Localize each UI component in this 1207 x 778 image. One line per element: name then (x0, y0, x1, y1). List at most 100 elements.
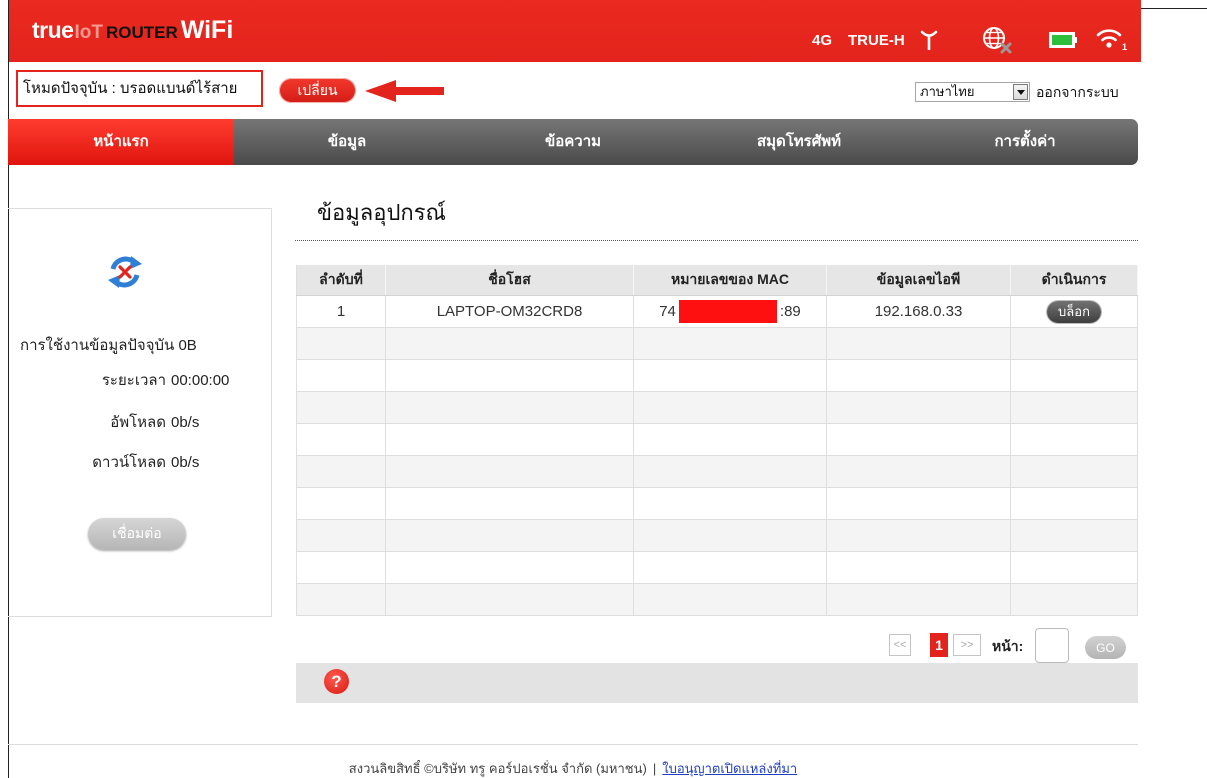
pagination-first-button[interactable]: << (889, 634, 911, 656)
pagination-last-button[interactable]: >> (953, 634, 981, 656)
table-header-row: ลำดับที่ ชื่อโฮส หมายเลขของ MAC ข้อมูลเล… (296, 265, 1138, 296)
globe-disconnected-icon (981, 25, 1013, 60)
empty-cell (296, 520, 386, 551)
empty-cell (827, 456, 1011, 487)
footer: สงวนลิขสิทธิ์ ©บริษัท ทรู คอร์ปอเรชั่น จ… (8, 760, 1138, 777)
cell-action: บล็อก (1011, 296, 1138, 327)
empty-cell (1011, 584, 1138, 615)
empty-cell (386, 552, 634, 583)
connect-button[interactable]: เชื่อมต่อ (88, 518, 186, 550)
data-usage: การใช้งานข้อมูลปัจจุบัน 0B (20, 336, 197, 356)
page-number-input[interactable] (1035, 628, 1069, 663)
network-type: 4G (812, 32, 833, 49)
empty-cell (634, 552, 827, 583)
table-row-empty (296, 520, 1138, 552)
nav-tab-messages[interactable]: ข้อความ (460, 119, 686, 165)
main-nav: หน้าแรก ข้อมูล ข้อความ สมุดโทรศัพท์ การต… (8, 119, 1138, 165)
language-select-value: ภาษาไทย (920, 84, 975, 99)
help-icon[interactable]: ? (324, 669, 349, 694)
download-value: 0b/s (171, 454, 200, 471)
empty-cell (1011, 424, 1138, 455)
empty-cell (634, 488, 827, 519)
pagination-current-page[interactable]: 1 (930, 633, 948, 657)
empty-cell (386, 456, 634, 487)
column-header-mac: หมายเลขของ MAC (634, 265, 827, 295)
page-number-label: หน้า: (992, 638, 1024, 654)
go-button[interactable]: GO (1085, 636, 1126, 659)
chevron-down-icon[interactable] (1013, 84, 1028, 100)
empty-cell (827, 392, 1011, 423)
wifi-client-count: 1 (1122, 42, 1128, 52)
empty-cell (1011, 328, 1138, 359)
logo-router: ROUTER (105, 23, 178, 42)
logo-wifi: WiFi (180, 16, 234, 44)
empty-cell (827, 360, 1011, 391)
copyright-text: สงวนลิขสิทธิ์ ©บริษัท ทรู คอร์ปอเรชั่น จ… (348, 761, 647, 776)
empty-cell (386, 328, 634, 359)
table-row-empty (296, 328, 1138, 360)
footer-divider (8, 744, 1138, 745)
empty-cell (296, 488, 386, 519)
duration-label: ระยะเวลา (101, 372, 166, 389)
block-device-button[interactable]: บล็อก (1047, 300, 1101, 323)
mac-redaction (678, 300, 777, 323)
upload-value: 0b/s (171, 414, 200, 431)
empty-cell (386, 392, 634, 423)
table-row-empty (296, 488, 1138, 520)
nav-tab-home[interactable]: หน้าแรก (8, 119, 234, 165)
empty-cell (634, 392, 827, 423)
open-source-license-link[interactable]: ใบอนุญาตเปิดแหล่งที่มา (662, 761, 797, 776)
column-header-hostname: ชื่อโฮส (386, 265, 634, 295)
empty-cell (827, 552, 1011, 583)
mac-visible-start: 74 (659, 303, 676, 320)
empty-cell (1011, 392, 1138, 423)
download-label: ดาวน์โหลด (92, 454, 166, 471)
empty-cell (827, 328, 1011, 359)
table-row: 1 LAPTOP-OM32CRD8 74 :89 192.168.0.33 บล… (296, 296, 1138, 328)
empty-cell (1011, 360, 1138, 391)
language-select[interactable]: ภาษาไทย (915, 82, 1030, 102)
footer-separator: | (652, 761, 657, 776)
empty-cell (634, 584, 827, 615)
empty-cell (1011, 488, 1138, 519)
nav-tab-phonebook[interactable]: สมุดโทรศัพท์ (686, 119, 912, 165)
refresh-disconnected-icon (106, 253, 144, 296)
mac-visible-end: :89 (779, 303, 801, 320)
wifi-icon (1096, 25, 1122, 54)
table-row-empty (296, 392, 1138, 424)
battery-level (1052, 35, 1072, 45)
empty-cell (296, 392, 386, 423)
nav-tab-settings[interactable]: การตั้งค่า (912, 119, 1138, 165)
column-header-index: ลำดับที่ (296, 265, 386, 295)
cell-ip: 192.168.0.33 (827, 296, 1011, 327)
empty-cell (296, 360, 386, 391)
empty-cell (634, 456, 827, 487)
empty-cell (634, 424, 827, 455)
empty-cell (386, 360, 634, 391)
data-usage-value: 0B (178, 337, 197, 354)
change-mode-button[interactable]: เปลี่ยน (279, 78, 356, 103)
empty-cell (827, 424, 1011, 455)
empty-cell (634, 520, 827, 551)
upload-label: อัพโหลด (110, 414, 166, 431)
cell-mac: 74 :89 (634, 296, 827, 327)
current-mode-label: โหมดปัจจุบัน : บรอดแบนด์ไร้สาย (16, 70, 263, 107)
empty-cell (634, 328, 827, 359)
column-header-action: ดำเนินการ (1011, 265, 1138, 295)
operator-name: TRUE-H (848, 32, 905, 49)
logout-link[interactable]: ออกจากระบบ (1036, 82, 1119, 102)
nav-tab-info[interactable]: ข้อมูล (234, 119, 460, 165)
logo-iot: IoT (74, 22, 103, 43)
upload-row: อัพโหลด 0b/s (20, 413, 265, 433)
empty-cell (1011, 520, 1138, 551)
empty-cell (827, 488, 1011, 519)
cell-hostname: LAPTOP-OM32CRD8 (386, 296, 634, 327)
battery-icon (1048, 31, 1078, 54)
logo-true: true (32, 17, 74, 43)
table-row-empty (296, 456, 1138, 488)
annotation-arrow (365, 79, 445, 108)
empty-cell (1011, 552, 1138, 583)
device-table: ลำดับที่ ชื่อโฮส หมายเลขของ MAC ข้อมูลเล… (296, 265, 1138, 616)
brand-logo: true IoT ROUTER WiFi (32, 16, 233, 45)
empty-cell (296, 552, 386, 583)
